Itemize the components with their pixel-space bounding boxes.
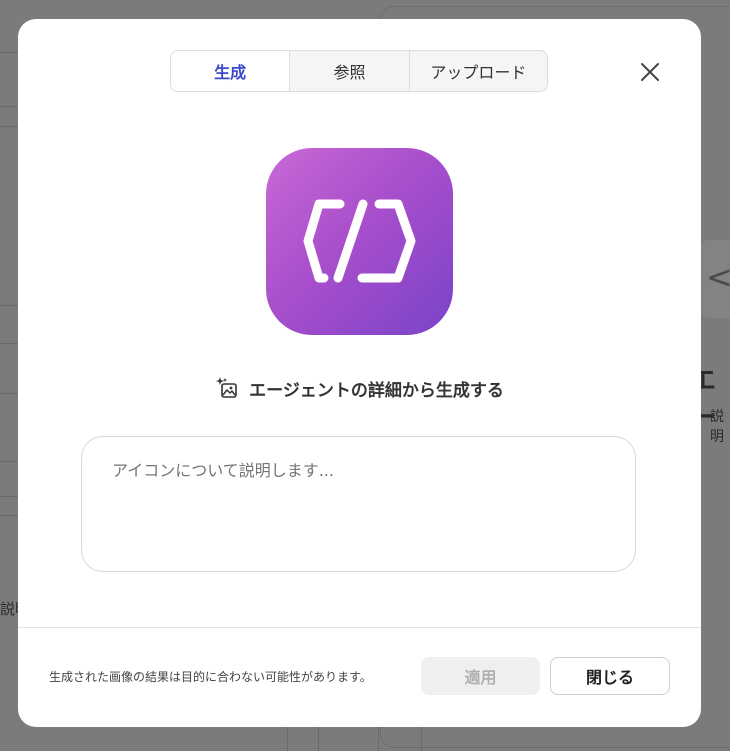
app-icon-preview: [266, 148, 453, 335]
sparkle-image-icon: [216, 377, 237, 398]
tab-browse[interactable]: 参照: [290, 51, 410, 91]
footer-disclaimer: 生成された画像の結果は目的に合わない可能性があります。: [49, 670, 372, 684]
apply-button[interactable]: 適用: [421, 657, 540, 695]
close-button[interactable]: 閉じる: [550, 657, 670, 695]
generate-from-details-label: エージェントの詳細から生成する: [249, 380, 504, 401]
background-icon: </: [700, 240, 730, 318]
icon-source-tabs: 生成 参照 アップロード: [170, 50, 548, 92]
background-subtitle: 説明: [710, 409, 724, 445]
icon-description-input[interactable]: [81, 436, 636, 572]
footer-divider: [18, 627, 701, 628]
generate-from-details-button[interactable]: エージェントの詳細から生成する: [18, 375, 701, 401]
tab-generate[interactable]: 生成: [171, 51, 291, 91]
tab-upload[interactable]: アップロード: [410, 51, 547, 91]
icon-dialog: 生成 参照 アップロード エージェントの詳細から生成する 生成された画像の結果は…: [18, 19, 701, 727]
code-brackets-icon: [303, 199, 416, 283]
close-icon[interactable]: [637, 59, 663, 85]
